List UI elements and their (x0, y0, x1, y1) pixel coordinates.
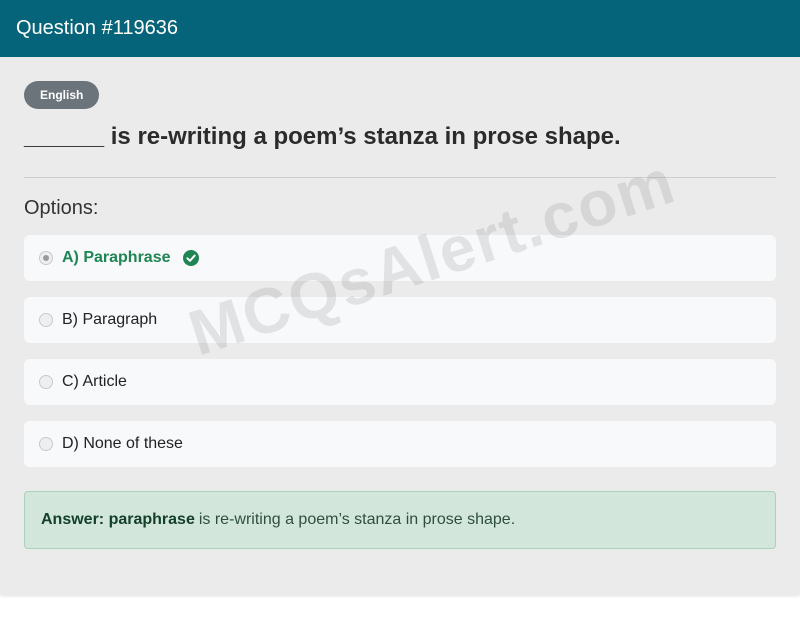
option-d[interactable]: D) None of these (24, 421, 776, 467)
option-b-radio[interactable] (39, 313, 53, 327)
question-text: ______ is re-writing a poem’s stanza in … (24, 123, 621, 150)
option-c-radio[interactable] (39, 375, 53, 389)
option-b-label: B) Paragraph (62, 311, 158, 328)
option-c-label: C) Article (62, 373, 127, 390)
question-header: Question #119636 (0, 0, 800, 57)
answer-prefix: Answer: paraphrase (41, 511, 195, 528)
option-a-radio[interactable] (39, 251, 53, 265)
subject-badge[interactable]: English (24, 81, 100, 109)
answer-box: Answer: paraphrase is re-writing a poem’… (24, 491, 776, 549)
option-a[interactable]: A) Paraphrase (24, 235, 776, 281)
question-card: Question #119636 English ______ is re-wr… (0, 0, 800, 595)
answer-text: is re-writing a poem’s stanza in prose s… (198, 511, 516, 528)
options-heading: Options: (24, 197, 99, 219)
divider (24, 177, 776, 178)
check-circle-icon (182, 250, 199, 266)
question-title: Question #119636 (16, 17, 178, 39)
option-c[interactable]: C) Article (24, 359, 776, 405)
option-a-label: A) Paraphrase (62, 249, 171, 266)
option-b[interactable]: B) Paragraph (24, 297, 776, 343)
option-d-label: D) None of these (62, 435, 183, 452)
option-d-radio[interactable] (39, 437, 53, 451)
